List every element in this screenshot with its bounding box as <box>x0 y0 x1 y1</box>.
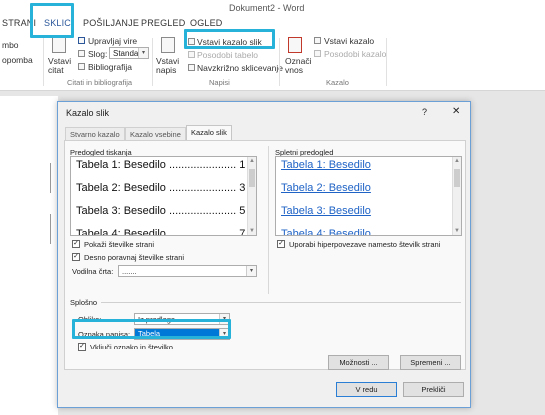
formats-label: Oblike: <box>78 315 102 324</box>
right-align-label: Desno poravnaj številke strani <box>84 253 185 262</box>
cross-reference-icon <box>188 64 195 71</box>
mark-entry-icon <box>288 37 302 53</box>
style-icon <box>78 50 85 57</box>
web-preview-row[interactable]: Tabela 2: Besedilo <box>281 182 371 194</box>
general-section-label: Splošno <box>70 298 98 307</box>
modify-button[interactable]: Spremeni ... <box>400 355 461 370</box>
group-label-index: Kazalo <box>326 78 349 87</box>
scrollbar[interactable]: ▲ ▼ <box>247 157 256 235</box>
tab-leader-select[interactable]: ....... ▾ <box>118 265 257 277</box>
window-title: Dokument2 - Word <box>229 3 305 13</box>
right-align-checkbox[interactable]: ✓ <box>72 253 80 261</box>
formats-value: Iz predloge <box>138 315 176 324</box>
print-preview-box[interactable]: Tabela 1: Besedilo .....................… <box>70 156 257 236</box>
web-preview-row[interactable]: Tabela 4: Besedilo <box>281 228 371 235</box>
options-button[interactable]: Možnosti ... <box>328 355 389 370</box>
use-hyperlinks-label: Uporabi hiperpovezave namesto številk st… <box>289 240 441 249</box>
caption-select[interactable]: Tabela ▾ <box>134 328 230 340</box>
scroll-down-icon[interactable]: ▼ <box>249 228 255 234</box>
tab-ogled[interactable]: OGLED <box>190 18 223 28</box>
chevron-down-icon: ▾ <box>138 48 148 58</box>
update-table-icon <box>188 51 195 58</box>
web-preview-row[interactable]: Tabela 3: Besedilo <box>281 205 371 217</box>
scrollbar-thumb[interactable] <box>454 169 460 187</box>
bibliography-button[interactable]: Bibliografija <box>88 62 132 72</box>
tab-table-of-contents[interactable]: Kazalo vsebine <box>125 127 186 141</box>
scroll-up-icon[interactable]: ▲ <box>454 158 460 164</box>
use-hyperlinks-checkbox[interactable]: ✓ <box>277 240 285 248</box>
include-label-checkbox[interactable]: ✓ <box>78 343 86 351</box>
insert-caption-icon <box>161 37 175 53</box>
print-preview-row: Tabela 3: Besedilo .....................… <box>76 205 246 217</box>
tab-strani[interactable]: STRANI <box>2 18 36 28</box>
scroll-up-icon[interactable]: ▲ <box>249 158 255 164</box>
help-button[interactable]: ? <box>422 107 427 117</box>
print-preview-row: Tabela 1: Besedilo .....................… <box>76 159 246 171</box>
tab-leader-label: Vodilna črta: <box>72 267 114 276</box>
tab-leader-value: ....... <box>122 267 137 276</box>
group-label-citations: Citati in bibliografija <box>67 78 133 87</box>
title-bar: Dokument2 - Word <box>0 0 545 14</box>
web-preview-row[interactable]: Tabela 1: Besedilo <box>281 159 371 171</box>
print-preview-row: Tabela 2: Besedilo .....................… <box>76 182 246 194</box>
table-of-figures-icon <box>188 38 195 45</box>
insert-citation-button[interactable]: Vstavi citat <box>48 57 74 75</box>
show-page-numbers-label: Pokaži številke strani <box>84 240 155 249</box>
ribbon-partial-label-2[interactable]: opomba <box>2 55 33 65</box>
scrollbar-thumb[interactable] <box>249 169 255 187</box>
update-table-button[interactable]: Posodobi tabelo <box>197 50 258 60</box>
close-icon[interactable]: ✕ <box>452 106 460 117</box>
ok-button[interactable]: V redu <box>336 382 397 397</box>
scroll-down-icon[interactable]: ▼ <box>454 228 460 234</box>
divider <box>268 146 269 294</box>
insert-citation-icon <box>52 37 66 53</box>
table-of-figures-dialog: Kazalo slik ? ✕ Stvarno kazalo Kazalo vs… <box>57 101 471 408</box>
web-preview-box[interactable]: Tabela 1: Besedilo Tabela 2: Besedilo Ta… <box>275 156 462 236</box>
formats-select[interactable]: Iz predloge ▾ <box>134 313 230 325</box>
show-page-numbers-checkbox[interactable]: ✓ <box>72 240 80 248</box>
page-margin-marker <box>50 214 54 244</box>
ribbon-separator <box>279 38 280 86</box>
tab-table-of-figures[interactable]: Kazalo slik <box>186 125 232 141</box>
cross-reference-button[interactable]: Navzkrižno sklicevanje <box>197 63 283 73</box>
scrollbar[interactable]: ▲ ▼ <box>452 157 461 235</box>
insert-index-button[interactable]: Vstavi kazalo <box>324 36 374 46</box>
manage-sources-icon <box>78 37 85 44</box>
dialog-title: Kazalo slik <box>66 108 110 118</box>
chevron-down-icon: ▾ <box>219 314 229 324</box>
ribbon-separator <box>152 38 153 86</box>
document-page[interactable] <box>0 96 58 415</box>
insert-index-icon <box>314 37 321 44</box>
group-label-captions: Napisi <box>209 78 230 87</box>
style-label: Slog: <box>88 49 108 59</box>
section-divider <box>101 302 461 303</box>
insert-caption-button[interactable]: Vstavi napis <box>156 57 182 75</box>
cancel-button[interactable]: Prekliči <box>403 382 464 397</box>
tab-posiljanje[interactable]: POŠILJANJE <box>83 18 139 28</box>
caption-label: Oznaka napisa: <box>78 330 131 339</box>
ribbon-separator <box>43 38 44 86</box>
tab-pregled[interactable]: PREGLED <box>141 18 185 28</box>
tab-index[interactable]: Stvarno kazalo <box>65 127 125 141</box>
chevron-down-icon: ▾ <box>219 329 229 339</box>
caption-value: Tabela <box>135 329 219 339</box>
update-index-button[interactable]: Posodobi kazalo <box>324 49 386 59</box>
mark-entry-button[interactable]: Označi vnos <box>285 57 311 75</box>
tab-sklici[interactable]: SKLICI <box>44 18 74 28</box>
update-index-icon <box>314 50 321 57</box>
insert-table-of-figures-button[interactable]: Vstavi kazalo slik <box>197 37 262 47</box>
print-preview-row: Tabela 4: Besedilo .....................… <box>76 228 246 236</box>
chevron-down-icon: ▾ <box>246 266 256 276</box>
ribbon-separator <box>386 38 387 86</box>
ribbon-partial-label-1[interactable]: mbo <box>2 40 19 50</box>
style-select[interactable]: Standard ▾ <box>109 47 149 59</box>
bibliography-icon <box>78 63 85 70</box>
ribbon-tabs: STRANI SKLICI POŠILJANJE PREGLED OGLED <box>0 14 545 34</box>
tab-panel: Predogled tiskanja Tabela 1: Besedilo ..… <box>64 140 466 370</box>
include-label-text: Vključi oznako in številko <box>90 343 173 349</box>
manage-sources-button[interactable]: Upravljaj vire <box>88 36 137 46</box>
page-margin-marker <box>50 163 54 193</box>
